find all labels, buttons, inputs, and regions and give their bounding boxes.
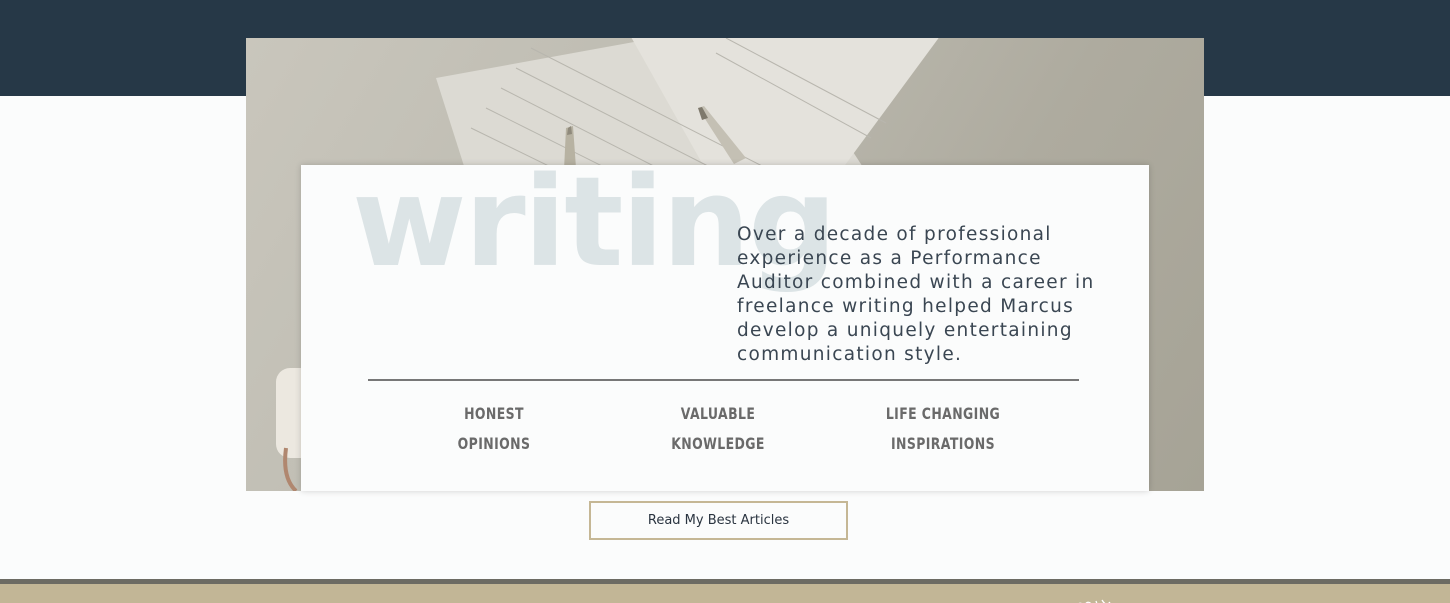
section-divider xyxy=(368,379,1079,381)
pillar-line: OPINIONS xyxy=(457,434,531,453)
pillar-valuable-knowledge: VALUABLE KNOWLEDGE xyxy=(656,399,781,459)
pillar-line: HONEST xyxy=(464,404,524,423)
pillar-life-changing-inspirations: LIFE CHANGING INSPIRATIONS xyxy=(881,399,1006,459)
read-best-articles-button[interactable]: Read My Best Articles xyxy=(589,501,848,540)
pillar-line: INSPIRATIONS xyxy=(890,434,996,453)
pillar-honest-opinions: HONEST OPINIONS xyxy=(432,399,557,459)
pillar-line: VALUABLE xyxy=(680,404,756,423)
signature-logo-icon xyxy=(1074,593,1112,603)
pillar-line: LIFE CHANGING xyxy=(885,404,1001,423)
pillar-line: KNOWLEDGE xyxy=(671,434,765,453)
intro-paragraph: Over a decade of professional experience… xyxy=(737,224,1095,365)
footer-band xyxy=(0,584,1450,603)
intro-card: writing Over a decade of professional ex… xyxy=(301,155,1149,491)
